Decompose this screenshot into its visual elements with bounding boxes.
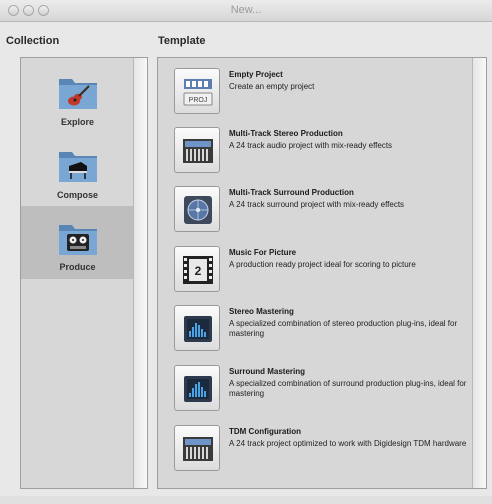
template-title: Music For Picture	[229, 248, 297, 257]
template-title: TDM Configuration	[229, 427, 301, 436]
template-description: A 24 track surround project with mix-rea…	[229, 200, 405, 209]
template-scrollbar[interactable]	[472, 58, 486, 488]
surround-production-icon	[174, 186, 220, 232]
piano-folder-icon	[57, 144, 99, 186]
template-description: A 24 track project optimized to work wit…	[229, 439, 467, 448]
template-item-music-for-picture[interactable]: 2 Music For Picture A production ready p…	[174, 246, 464, 302]
tape-deck-folder-icon	[57, 217, 99, 259]
template-item-surround-mastering[interactable]: Surround Mastering A specialized combina…	[174, 365, 466, 421]
template-description: Create an empty project	[229, 82, 315, 91]
film-strip-icon: 2	[174, 246, 220, 292]
template-item-empty-project[interactable]: PROJ Empty Project Create an empty proje…	[174, 68, 464, 124]
empty-project-icon: PROJ	[174, 68, 220, 114]
collection-label-explore: Explore	[60, 117, 94, 127]
collection-label-compose: Compose	[56, 190, 98, 200]
template-description: A specialized combination of surround pr…	[229, 379, 467, 398]
bottom-bar	[0, 496, 492, 504]
guitar-folder-icon	[57, 71, 99, 113]
template-title: Multi-Track Surround Production	[229, 188, 354, 197]
collection-scrollbar[interactable]	[133, 58, 147, 488]
template-title: Multi-Track Stereo Production	[229, 129, 343, 138]
template-item-tdm-configuration[interactable]: TDM Configuration A 24 track project opt…	[174, 425, 466, 481]
collection-item-explore[interactable]: Explore	[21, 63, 134, 136]
template-title: Empty Project	[229, 70, 283, 79]
collection-item-compose[interactable]: Compose	[21, 136, 134, 209]
template-title: Surround Mastering	[229, 367, 306, 376]
stereo-production-icon	[174, 127, 220, 173]
new-project-window: New... Collection Template Explore Compo…	[0, 0, 492, 504]
template-list: PROJ Empty Project Create an empty proje…	[157, 57, 487, 489]
template-title: Stereo Mastering	[229, 307, 294, 316]
collection-item-produce[interactable]: Produce	[21, 206, 134, 279]
template-description: A 24 track audio project with mix-ready …	[229, 141, 393, 150]
collection-list: Explore Compose Produce	[20, 57, 148, 489]
template-item-stereo-mastering[interactable]: Stereo Mastering A specialized combinati…	[174, 305, 464, 361]
template-header: Template	[158, 35, 206, 47]
collection-label-produce: Produce	[59, 262, 96, 272]
template-description: A specialized combination of stereo prod…	[229, 319, 458, 338]
collection-header: Collection	[6, 35, 60, 47]
surround-mastering-icon	[174, 365, 220, 411]
template-item-surround-production[interactable]: Multi-Track Surround Production A 24 tra…	[174, 186, 464, 242]
template-item-stereo-production[interactable]: Multi-Track Stereo Production A 24 track…	[174, 127, 464, 183]
film-strip-icon-text: 2	[195, 264, 202, 278]
title-bar: New...	[0, 0, 492, 22]
stereo-mastering-icon	[174, 305, 220, 351]
empty-project-icon-text: PROJ	[189, 97, 208, 104]
tdm-configuration-icon	[174, 425, 220, 471]
template-description: A production ready project ideal for sco…	[229, 260, 416, 269]
window-title: New...	[230, 4, 262, 16]
